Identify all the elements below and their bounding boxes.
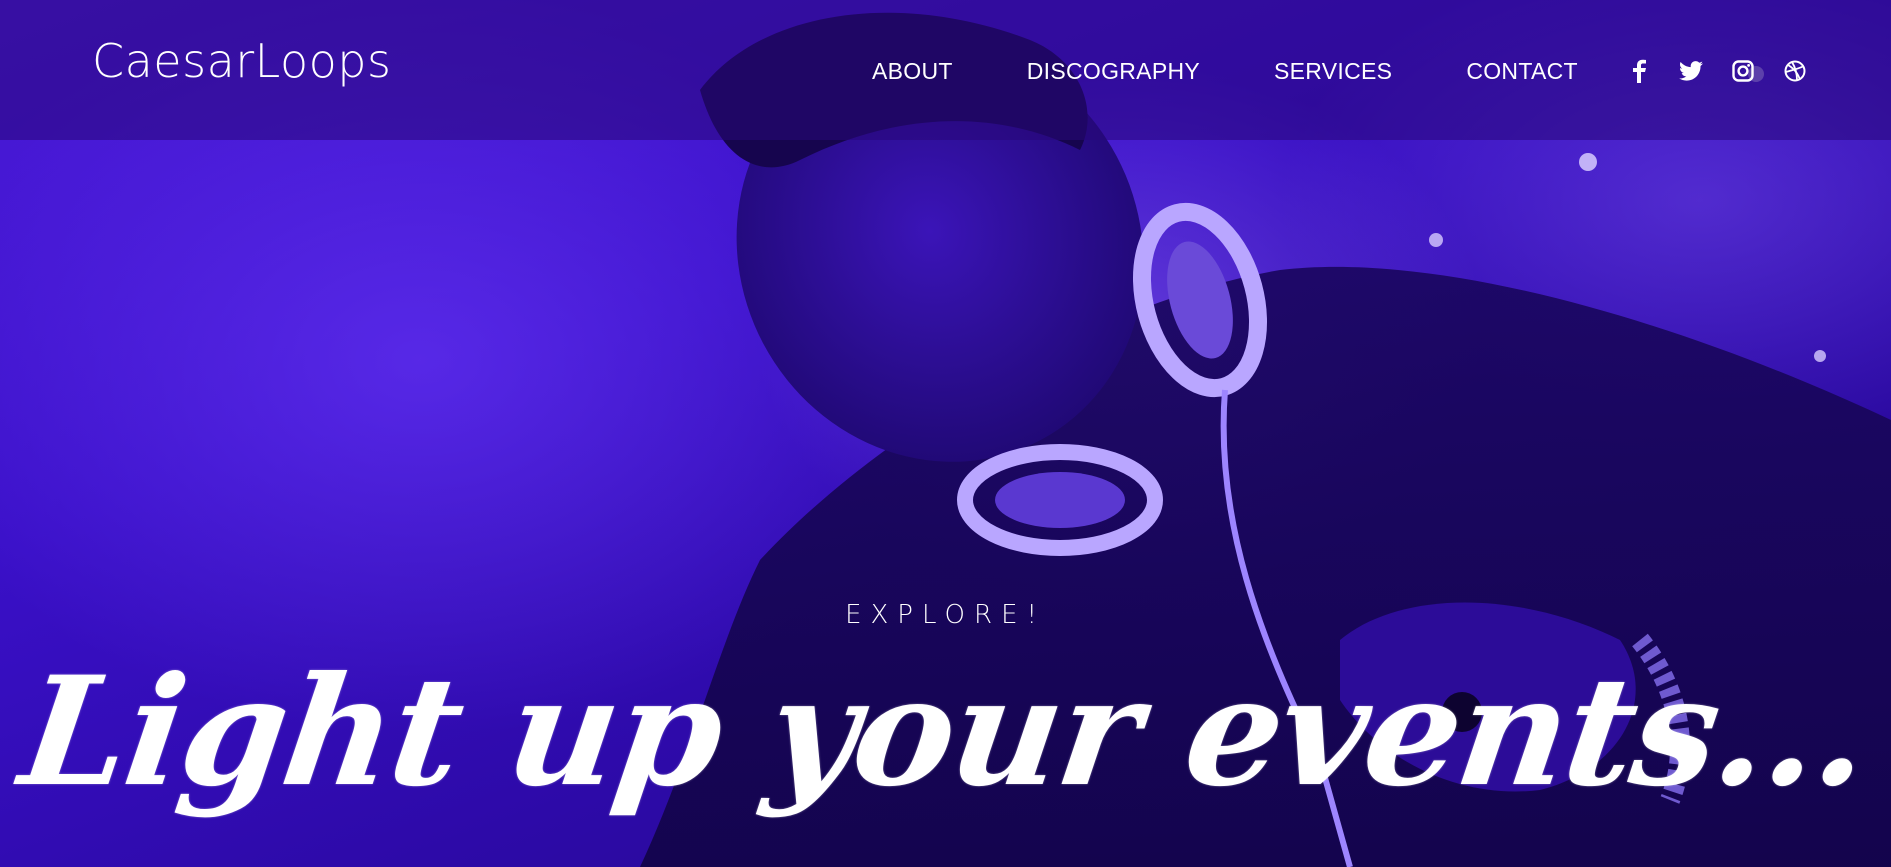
- facebook-icon[interactable]: [1626, 58, 1652, 84]
- hero-eyebrow: EXPLORE!: [845, 600, 1046, 630]
- social-links: [1626, 58, 1808, 84]
- hero-headline: Light up your events...: [11, 644, 1880, 820]
- twitter-icon[interactable]: [1678, 58, 1704, 84]
- top-navbar: CaesarLoops ABOUT DISCOGRAPHY SERVICES C…: [0, 0, 1891, 140]
- dribbble-icon[interactable]: [1782, 58, 1808, 84]
- main-nav: ABOUT DISCOGRAPHY SERVICES CONTACT: [872, 58, 1578, 85]
- nav-link-discography[interactable]: DISCOGRAPHY: [1027, 58, 1200, 85]
- nav-link-about[interactable]: ABOUT: [872, 58, 953, 85]
- nav-link-services[interactable]: SERVICES: [1274, 58, 1392, 85]
- instagram-icon[interactable]: [1730, 58, 1756, 84]
- site-logo[interactable]: CaesarLoops: [92, 34, 391, 88]
- nav-link-contact[interactable]: CONTACT: [1466, 58, 1578, 85]
- hero-section: CaesarLoops ABOUT DISCOGRAPHY SERVICES C…: [0, 0, 1891, 867]
